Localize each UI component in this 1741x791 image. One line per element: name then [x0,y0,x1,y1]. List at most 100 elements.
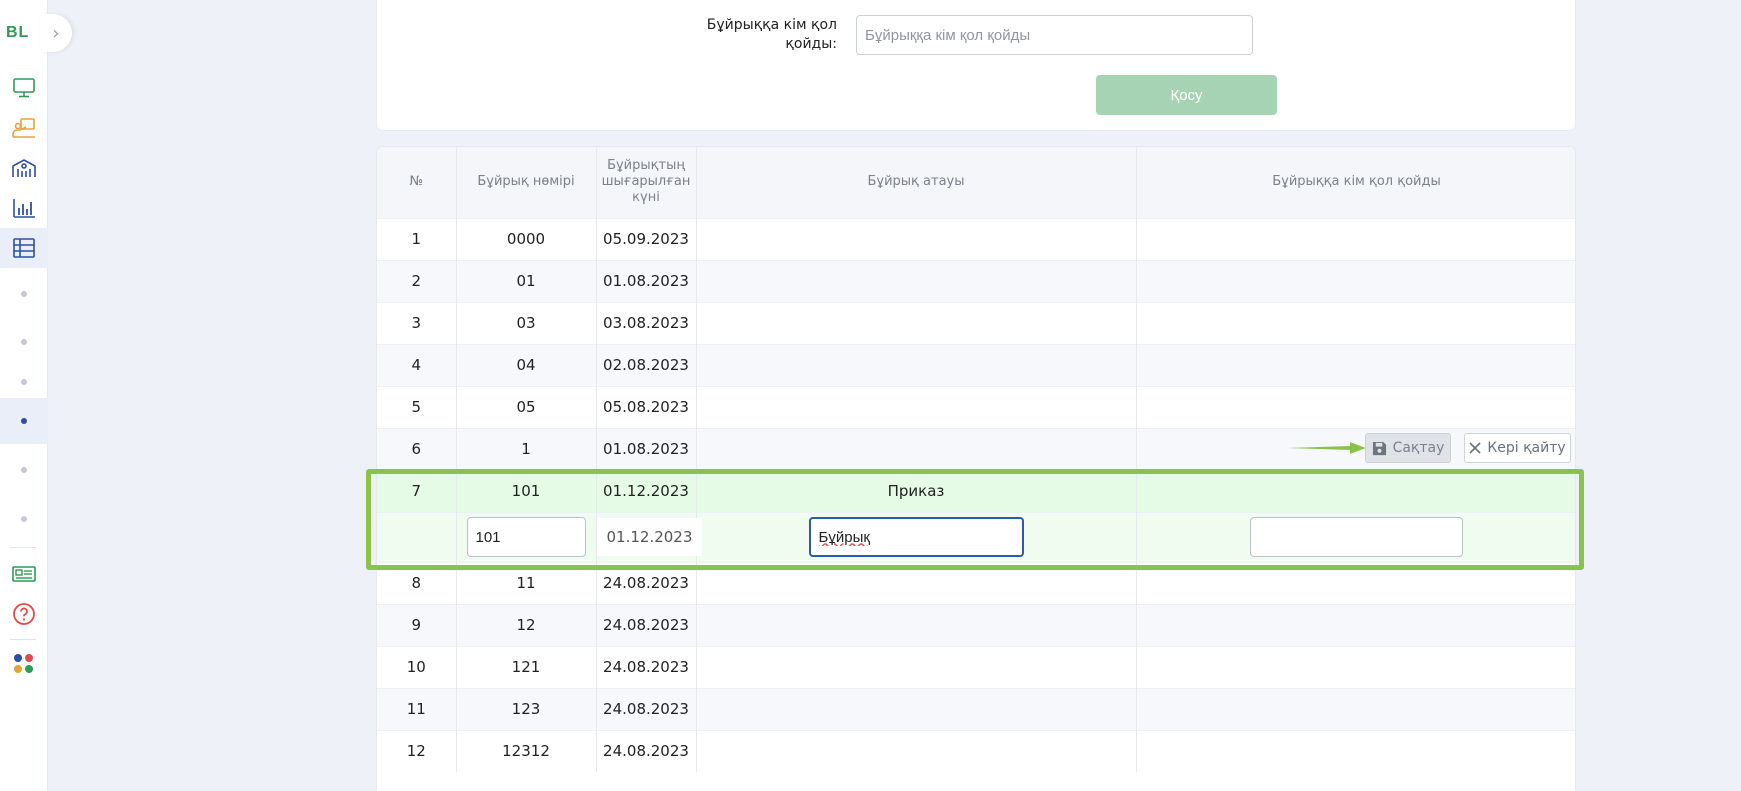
cell-number: 05 [456,385,597,428]
help-icon [13,603,35,625]
sidebar-subitem-4[interactable] [0,398,48,444]
table-row[interactable]: 5 05 05.08.2023 [377,385,1575,428]
cell-n: 8 [377,561,457,604]
header-order-name: Бұйрық атауы [696,147,1137,218]
cell-date: 05.09.2023 [596,217,697,260]
cell-number: 12 [456,603,597,646]
table-row[interactable]: 12 12312 24.08.2023 [377,729,1575,772]
cell-n: 9 [377,603,457,646]
edit-number-input[interactable] [466,517,586,557]
apps-icon [14,654,33,673]
cell-signer [1136,301,1575,344]
table-row-highlighted[interactable]: 7 101 01.12.2023 Приказ [377,469,1575,512]
app-logo[interactable]: BL [6,24,29,42]
cell-n: 6 [377,427,457,470]
floppy-disk-icon [1372,441,1386,455]
edit-cell-name [696,511,1137,562]
sidebar-item-school[interactable] [0,148,48,188]
edit-signer-input[interactable] [1250,517,1463,557]
pointer-arrow-icon [1288,442,1366,454]
cancel-button[interactable]: Кері қайту [1464,433,1571,463]
dot-icon [21,516,27,522]
table-row[interactable]: 9 12 24.08.2023 [377,603,1575,646]
cell-date: 03.08.2023 [596,301,697,344]
edit-name-input[interactable] [808,517,1024,557]
cell-name [696,217,1137,260]
sidebar: BL › [0,0,72,791]
signer-input[interactable] [856,15,1253,55]
cell-name [696,259,1137,302]
cell-date: 24.08.2023 [596,729,697,772]
orders-table-card: № Бұйрық нөмірі Бұйрықтың шығарылған күн… [376,146,1576,791]
edit-date-value[interactable]: 01.12.2023 [596,518,703,556]
cell-signer [1136,687,1575,730]
cell-signer [1136,561,1575,604]
table-row[interactable]: 8 11 24.08.2023 [377,561,1575,604]
cell-number: 101 [456,469,597,512]
cell-signer [1136,343,1575,386]
table-row[interactable]: 3 03 03.08.2023 [377,301,1575,344]
cell-number: 1 [456,427,597,470]
header-order-date: Бұйрықтың шығарылған күні [596,147,697,218]
cell-n: 7 [377,469,457,512]
cancel-label: Кері қайту [1487,440,1566,456]
sidebar-item-reports[interactable] [0,188,48,228]
cell-number: 04 [456,343,597,386]
cell-name [696,645,1137,688]
table-icon [13,238,35,258]
expand-sidebar-button[interactable]: › [40,14,72,52]
sidebar-subitem-5[interactable] [0,450,48,490]
table-header-row: № Бұйрық нөмірі Бұйрықтың шығарылған күн… [377,147,1575,218]
sidebar-item-table[interactable] [0,228,48,268]
dot-icon [21,418,27,424]
cell-n: 4 [377,343,457,386]
sidebar-item-apps[interactable] [0,644,48,684]
header-order-number: Бұйрық нөмірі [456,147,597,218]
sidebar-item-teacher[interactable] [0,108,48,148]
sidebar-subitem-2[interactable] [0,322,48,362]
save-button[interactable]: Сақтау [1365,433,1451,463]
cell-date: 05.08.2023 [596,385,697,428]
sidebar-subitem-3[interactable] [0,362,48,402]
edit-cell-date: 01.12.2023 [596,511,703,562]
table-row[interactable]: 10 121 24.08.2023 [377,645,1575,688]
bar-chart-icon [13,199,35,218]
cell-n: 5 [377,385,457,428]
cell-name [696,561,1137,604]
cell-name [696,603,1137,646]
cell-date: 01.08.2023 [596,259,697,302]
dot-icon [21,379,27,385]
table-row[interactable]: 1 0000 05.09.2023 [377,217,1575,260]
cell-number: 123 [456,687,597,730]
cell-date: 02.08.2023 [596,343,697,386]
cell-n: 12 [377,729,457,772]
edit-cell-n [377,511,457,562]
cell-n: 10 [377,645,457,688]
cell-name [696,729,1137,772]
cell-n: 1 [377,217,457,260]
sidebar-subitem-1[interactable] [0,274,48,314]
cell-number: 03 [456,301,597,344]
school-icon [12,159,36,177]
sidebar-divider [10,639,36,640]
cell-name [696,427,1137,470]
sidebar-subitem-6[interactable] [0,499,48,539]
table-row[interactable]: 11 123 24.08.2023 [377,687,1575,730]
cell-signer [1136,469,1575,512]
sidebar-item-help[interactable] [0,594,48,634]
cell-name: Приказ [696,469,1137,512]
table-row[interactable]: 4 04 02.08.2023 [377,343,1575,386]
add-button[interactable]: Қосу [1096,75,1277,115]
cell-name [696,385,1137,428]
sidebar-item-monitor[interactable] [0,68,48,108]
header-order-signer: Бұйрыққа кім қол қойды [1136,147,1575,218]
cell-name [696,687,1137,730]
edit-cell-signer [1136,511,1575,562]
dot-icon [21,291,27,297]
cell-date: 01.08.2023 [596,427,697,470]
cell-signer [1136,217,1575,260]
cell-number: 0000 [456,217,597,260]
save-label: Сақтау [1392,440,1445,456]
table-row[interactable]: 2 01 01.08.2023 [377,259,1575,302]
sidebar-item-news[interactable] [0,554,48,594]
